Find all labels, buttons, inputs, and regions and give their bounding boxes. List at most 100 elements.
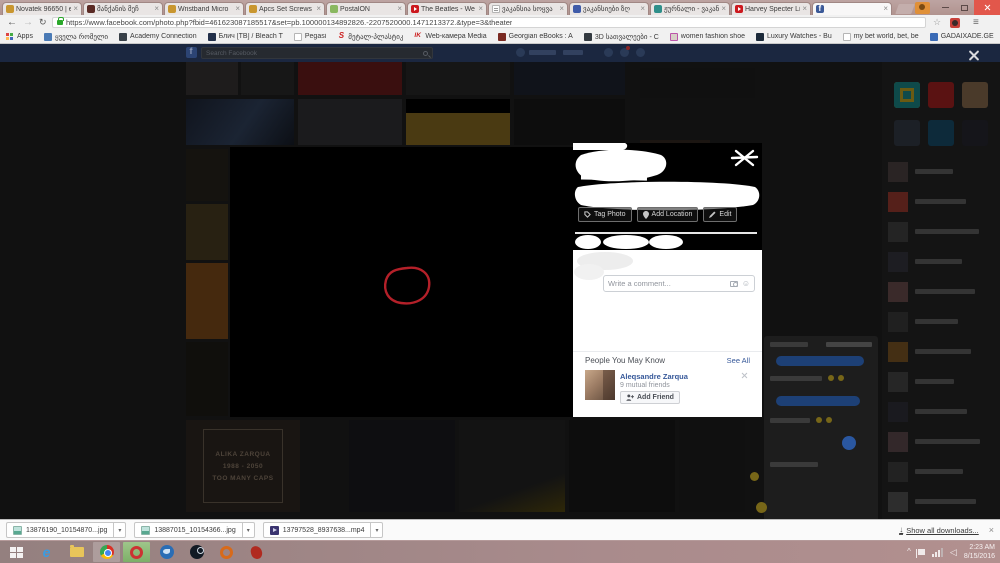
tab-title: Harvey Specter Li xyxy=(745,5,801,13)
photo-viewer-image[interactable] xyxy=(230,147,573,417)
tab-close-icon[interactable]: × xyxy=(559,5,564,13)
close-theater-icon[interactable] xyxy=(967,49,980,62)
tab-close-icon[interactable]: × xyxy=(802,5,807,13)
chat-text-dimmed xyxy=(770,376,822,381)
search-icon xyxy=(423,50,428,56)
bookmark-star-icon[interactable]: ☆ xyxy=(933,15,941,30)
comment-box[interactable]: ☺ xyxy=(603,275,755,292)
bookmark-item[interactable]: Academy Connection xyxy=(119,32,197,41)
emoji-dimmed xyxy=(838,375,844,381)
suggestion-name-link[interactable]: Aleqsandre Zarqua xyxy=(620,372,688,381)
contact-row-dimmed xyxy=(888,372,996,396)
back-button[interactable]: ← xyxy=(7,15,17,30)
bleach-favicon-icon xyxy=(207,32,216,41)
maximize-button[interactable] xyxy=(955,0,974,15)
tab-facebook-active[interactable]: × xyxy=(812,2,892,15)
tab-close-icon[interactable]: × xyxy=(235,5,240,13)
tab-apcs-screws[interactable]: Apcs Set Screws fo × xyxy=(245,2,325,15)
tag-photo-button[interactable]: Tag Photo xyxy=(578,207,632,222)
forward-button[interactable]: → xyxy=(23,15,33,30)
tab-beatles[interactable]: The Beatles - We × xyxy=(407,2,487,15)
bookmark-item[interactable]: ყველა რომელი xyxy=(43,32,108,41)
dismiss-suggestion-icon[interactable] xyxy=(741,372,748,379)
extension-icon[interactable] xyxy=(950,15,960,30)
network-icon[interactable] xyxy=(931,547,943,557)
download-item[interactable]: 13797528_8937638...mp4 ▾ xyxy=(262,522,384,538)
emoji-dimmed xyxy=(828,375,834,381)
tab-close-icon[interactable]: × xyxy=(397,5,402,13)
bookmark-item[interactable]: Georgian eBooks : A xyxy=(497,32,573,41)
add-location-button[interactable]: Add Location xyxy=(636,207,699,222)
action-center-flag-icon[interactable] xyxy=(915,549,925,558)
smiley-icon[interactable]: ☺ xyxy=(742,279,750,288)
bookmark-item[interactable]: 3D სათვალეები - C xyxy=(583,32,659,41)
tab-vacancy-1[interactable]: ვაკანსია სოყვა × xyxy=(488,2,568,15)
add-friend-button[interactable]: Add Friend xyxy=(620,391,680,404)
bookmark-item[interactable]: Pegasi xyxy=(293,32,326,41)
new-tab-button[interactable] xyxy=(895,4,915,14)
volume-icon[interactable]: ◁ xyxy=(950,547,957,557)
photo-thumbnail-dimmed xyxy=(186,342,228,416)
download-caret-icon[interactable]: ▾ xyxy=(242,522,255,538)
tab-close-icon[interactable]: × xyxy=(883,5,888,13)
chrome-profile-avatar[interactable] xyxy=(915,1,930,14)
url-bar[interactable]: https://www.facebook.com/photo.php?fbid=… xyxy=(52,17,926,28)
tab-georgian-car[interactable]: მანქანის მეჩ × xyxy=(83,2,163,15)
apps-shortcut[interactable]: Apps xyxy=(6,32,33,41)
tab-close-icon[interactable]: × xyxy=(316,5,321,13)
taskbar-opera[interactable] xyxy=(123,542,150,562)
download-item[interactable]: 13876190_10154870...jpg ▾ xyxy=(6,522,127,538)
tab-close-icon[interactable]: × xyxy=(721,5,726,13)
tab-close-icon[interactable]: × xyxy=(478,5,483,13)
facebook-favicon-icon xyxy=(816,4,824,13)
bookmark-item[interactable]: Блич [TB] / Bleach T xyxy=(207,32,283,41)
close-shelf-icon[interactable]: × xyxy=(989,525,994,535)
download-caret-icon[interactable]: ▾ xyxy=(371,522,384,538)
suggestion-avatar[interactable] xyxy=(585,370,615,400)
contact-avatar-dimmed xyxy=(888,312,908,332)
bookmark-item[interactable]: Web-камера Media xyxy=(414,32,487,41)
minimize-button[interactable] xyxy=(936,0,955,15)
bookmark-item[interactable]: მეტალ-პლასტიკ xyxy=(337,31,403,41)
taskbar-clock[interactable]: 2:23 AM 8/15/2016 xyxy=(964,543,995,562)
tab-close-icon[interactable]: × xyxy=(154,5,159,13)
see-all-link[interactable]: See All xyxy=(727,356,750,365)
tab-vacancy-2[interactable]: ვაკანსიები ზღ × xyxy=(569,2,649,15)
downloads-shelf: 13876190_10154870...jpg ▾ 13887015_10154… xyxy=(0,519,1000,540)
close-window-button[interactable] xyxy=(974,0,1000,15)
tab-title: Apcs Set Screws fo xyxy=(259,5,315,13)
tab-postalon[interactable]: PostalON × xyxy=(326,2,406,15)
bookmark-item[interactable]: women fashion shoe xyxy=(669,32,745,41)
annotation-layer xyxy=(384,266,431,305)
taskbar-steam[interactable] xyxy=(183,542,210,562)
taskbar-app-red[interactable] xyxy=(243,542,270,562)
camera-icon[interactable] xyxy=(729,280,738,287)
tab-harvey-specter[interactable]: Harvey Specter Li × xyxy=(731,2,811,15)
tray-show-hidden-icon[interactable]: ^ xyxy=(907,548,911,556)
photo-thumbnail-dimmed xyxy=(186,149,228,201)
reload-button[interactable]: ↻ xyxy=(39,15,47,30)
pymk-title: People You May Know xyxy=(585,356,666,365)
tab-journal[interactable]: ჟურნალი - ვაკან × xyxy=(650,2,730,15)
bookmark-item[interactable]: my bet world, bet, be xyxy=(842,32,919,41)
start-button[interactable] xyxy=(3,542,30,562)
taskbar-chrome-active[interactable] xyxy=(93,542,120,562)
taskbar-internet-explorer[interactable]: e xyxy=(33,542,60,562)
chrome-menu-icon[interactable]: ≡ xyxy=(973,15,979,30)
tab-close-icon[interactable]: × xyxy=(73,5,78,13)
bookmarks-bar: Apps ყველა რომელი Academy Connection Бли… xyxy=(0,30,1000,44)
download-caret-icon[interactable]: ▾ xyxy=(114,522,127,538)
show-all-downloads-link[interactable]: ↓ Show all downloads... xyxy=(899,525,979,535)
taskbar-thunderbird[interactable] xyxy=(153,542,180,562)
tab-novatek[interactable]: Novatek 96650 | e × xyxy=(2,2,82,15)
bookmark-item[interactable]: GADAIXADE.GE xyxy=(929,32,994,41)
download-item[interactable]: 13887015_10154366...jpg ▾ xyxy=(134,522,255,538)
edit-button[interactable]: Edit xyxy=(703,207,738,222)
comment-input[interactable] xyxy=(608,279,730,288)
tab-wristband[interactable]: Wristband Micro × xyxy=(164,2,244,15)
bookmark-item[interactable]: Luxury Watches - Bu xyxy=(756,32,832,41)
tab-close-icon[interactable]: × xyxy=(640,5,645,13)
taskbar-app-orange[interactable] xyxy=(213,542,240,562)
taskbar-file-explorer[interactable] xyxy=(63,542,90,562)
close-icon xyxy=(984,4,991,11)
